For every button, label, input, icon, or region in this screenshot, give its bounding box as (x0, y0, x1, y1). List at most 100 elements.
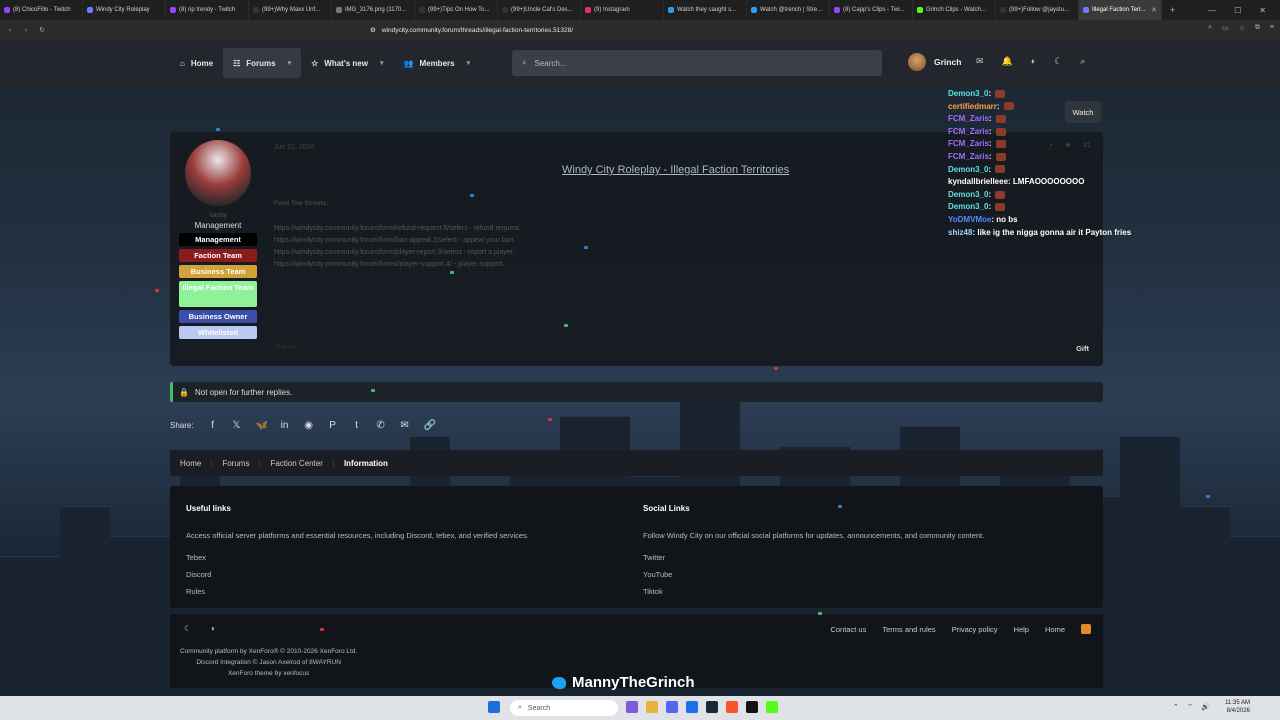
dark-mode-icon[interactable]: ☾ (184, 624, 191, 633)
inbox-icon[interactable]: ✉ (976, 56, 984, 67)
footer-link[interactable]: Twitter (643, 553, 984, 562)
style-toggle-icon[interactable]: ◐ (1031, 56, 1036, 67)
post-title-link[interactable]: Windy City Roleplay - Illegal Faction Te… (562, 164, 789, 176)
chat-username[interactable]: YoDMVMoe (948, 215, 991, 224)
discord-icon[interactable] (666, 701, 678, 713)
taskbar-search[interactable]: ⌕ Search (510, 700, 618, 716)
cast-icon[interactable]: ▭ (1222, 24, 1229, 32)
user-menu[interactable]: Grinch (908, 53, 961, 71)
chevron-down-icon[interactable]: ▾ (380, 59, 384, 67)
close-window-icon[interactable]: ✕ (1259, 6, 1266, 15)
maximize-icon[interactable]: ☐ (1234, 6, 1241, 15)
forward-icon[interactable]: › (20, 27, 32, 34)
credit-xenforo[interactable]: Community platform by XenForo® © 2010-20… (180, 646, 357, 657)
x-icon[interactable]: 𝕏 (232, 420, 242, 431)
post-link-line[interactable]: https://windycity.community.forum/forms/… (274, 259, 521, 271)
breadcrumb-item[interactable]: Faction Center (260, 458, 334, 468)
volume-icon[interactable]: 🔊 (1201, 703, 1210, 712)
credit-theme[interactable]: XenForo theme by xenfocus (180, 668, 357, 679)
browser-tab[interactable]: (99+)Tips On How To... (415, 0, 498, 20)
browser-tab[interactable]: (99+)Follow @jaystu... (996, 0, 1079, 20)
browser-tab[interactable]: (99+)Uncle Cal's Des... (498, 0, 581, 20)
terminal-icon[interactable] (746, 701, 758, 713)
breadcrumb-item[interactable]: Information (334, 459, 398, 468)
browser-tab[interactable]: Watch they caught s... (664, 0, 747, 20)
style-toggle-icon[interactable]: ◐ (211, 624, 216, 633)
browser-tab[interactable]: Illegal Faction Terr... ✕ (1079, 0, 1162, 20)
chat-username[interactable]: Demon3_0 (948, 202, 988, 211)
back-icon[interactable]: ‹ (4, 27, 16, 34)
search-input[interactable]: ⌕ Search... (512, 50, 882, 76)
bell-icon[interactable]: 🔔 (1002, 56, 1013, 67)
author-name[interactable]: Vanity (178, 212, 258, 219)
chevron-down-icon[interactable]: ▾ (288, 59, 292, 67)
footer-link[interactable]: YouTube (643, 570, 984, 579)
post-link-line[interactable]: https://windycity.community.forum/form/p… (274, 247, 521, 259)
author-avatar[interactable] (185, 140, 251, 206)
file-explorer-icon[interactable] (646, 701, 658, 713)
chat-username[interactable]: shiz48 (948, 228, 972, 237)
link-icon[interactable]: 🔗 (424, 420, 436, 431)
chat-username[interactable]: FCM_Zaris (948, 127, 989, 136)
report-link[interactable]: Report (276, 344, 296, 351)
nav-forums[interactable]: ☷ Forums ▾ (223, 48, 302, 78)
browser-tab[interactable]: (8) ChicoFillo - Twitch (0, 0, 83, 20)
edge-icon[interactable] (686, 701, 698, 713)
nav-whats-new[interactable]: ☆ What's new ▾ (301, 40, 393, 86)
browser-tab[interactable]: (8) Capp's Clips - Twi... (830, 0, 913, 20)
tumblr-icon[interactable]: t (352, 420, 362, 431)
chat-username[interactable]: Demon3_0 (948, 190, 988, 199)
footer-nav-link[interactable]: Privacy policy (952, 625, 998, 634)
gift-button[interactable]: Gift (1076, 344, 1089, 353)
browser-tab[interactable]: Windy City Roleplay (83, 0, 166, 20)
post-date[interactable]: Jun 21, 2026 (274, 144, 314, 151)
search-icon[interactable]: ⌕ (1080, 56, 1085, 67)
copilot-icon[interactable] (626, 701, 638, 713)
chat-username[interactable]: kyndallbrielleee (948, 177, 1008, 186)
minimize-icon[interactable]: — (1208, 6, 1216, 15)
chat-username[interactable]: FCM_Zaris (948, 139, 989, 148)
network-icon[interactable]: ⌔ (1187, 703, 1194, 712)
new-tab-icon[interactable]: + (1162, 5, 1183, 15)
site-info-icon[interactable]: ⚙ (370, 26, 376, 34)
footer-nav-link[interactable]: Contact us (830, 625, 866, 634)
browser-tab[interactable]: (9) Instagram (581, 0, 664, 20)
browser-tab[interactable]: Grinch Clips - Watch... (913, 0, 996, 20)
chat-username[interactable]: Demon3_0 (948, 89, 988, 98)
footer-nav-link[interactable]: Home (1045, 625, 1065, 634)
browser-tab[interactable]: IMG_3176.png (1170... (332, 0, 415, 20)
system-clock[interactable]: 11:35 AM 8/4/2026 (1225, 699, 1250, 715)
brave-icon[interactable] (726, 701, 738, 713)
pinterest-icon[interactable]: P (328, 420, 338, 431)
chat-username[interactable]: Demon3_0 (948, 165, 988, 174)
browser-tab[interactable]: (8) rip trendy - Twitch (166, 0, 249, 20)
browser-tab[interactable]: (99+)Why Maxx Unf... (249, 0, 332, 20)
email-icon[interactable]: ✉ (400, 420, 410, 431)
rss-icon[interactable] (1081, 624, 1091, 634)
linkedin-icon[interactable]: in (280, 420, 290, 431)
post-link-line[interactable]: https://windycity.community.forum/form/b… (274, 235, 521, 247)
chat-username[interactable]: certifiedmarr (948, 102, 997, 111)
url-field[interactable]: ⚙ windycity.community.forum/threads/ille… (370, 24, 910, 36)
close-tab-icon[interactable]: ✕ (1151, 6, 1157, 14)
credit-discord[interactable]: Discord Integration © Jason Axelrod of 8… (180, 657, 357, 668)
menu-icon[interactable]: ≡ (1270, 24, 1274, 32)
footer-link[interactable]: Tiktok (643, 587, 984, 596)
footer-link[interactable]: Discord (186, 570, 529, 579)
extensions-icon[interactable]: ⧉ (1255, 24, 1260, 32)
whatsapp-icon[interactable]: ✆ (376, 420, 386, 431)
windows-start-icon[interactable] (488, 701, 500, 713)
bookmark-icon[interactable]: ☆ (1239, 24, 1245, 32)
footer-link[interactable]: Tebex (186, 553, 529, 562)
chat-username[interactable]: FCM_Zaris (948, 114, 989, 123)
footer-nav-link[interactable]: Help (1014, 625, 1029, 634)
chevron-down-icon[interactable]: ▾ (467, 59, 471, 67)
kick-icon[interactable] (766, 701, 778, 713)
post-link-line[interactable]: https://windycity.community.forum/form/r… (274, 223, 521, 235)
breadcrumb-item[interactable]: Forums (212, 458, 261, 468)
footer-nav-link[interactable]: Terms and rules (882, 625, 935, 634)
zoom-icon[interactable]: ⌕ (1208, 24, 1212, 32)
reload-icon[interactable]: ↻ (36, 26, 48, 34)
facebook-icon[interactable]: f (208, 420, 218, 431)
reddit-icon[interactable]: ◉ (304, 420, 314, 431)
